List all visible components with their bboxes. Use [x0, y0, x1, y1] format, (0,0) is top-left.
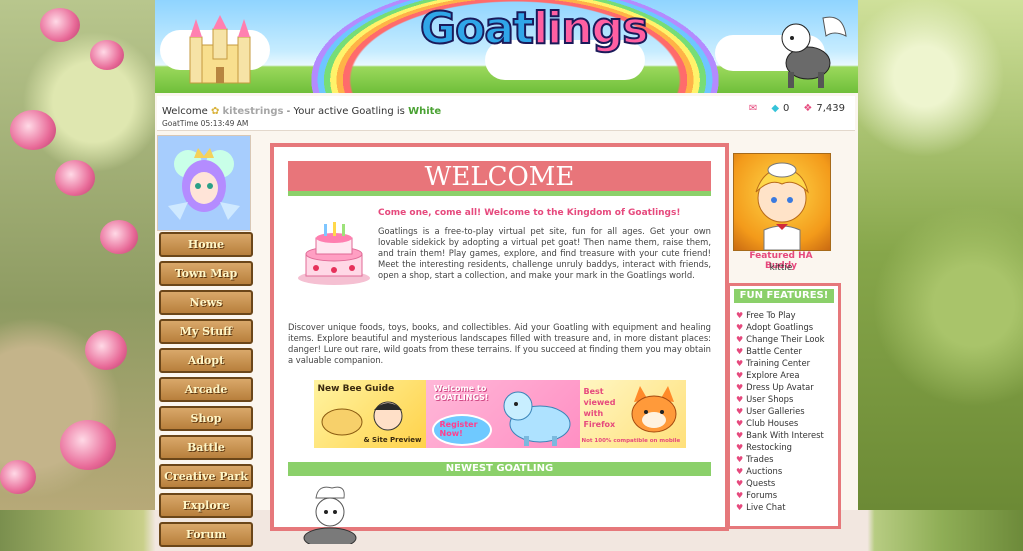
user-status-bar: Welcome ✿ kitestrings - Your active Goat… [157, 96, 855, 131]
site-frame: Goatlings Welcome ✿ kitestrings - Your a… [155, 0, 858, 549]
user-goat-icon: ✿ [210, 106, 220, 117]
featured-buddy-name[interactable]: kittie [733, 263, 829, 273]
nav-shop[interactable]: Shop [159, 406, 253, 431]
flower-background-left [0, 0, 155, 510]
newest-goatling-image[interactable] [288, 484, 368, 549]
heart-icon: ♥ [736, 479, 744, 488]
heart-icon: ♥ [736, 359, 744, 368]
nav-battle[interactable]: Battle [159, 435, 253, 460]
user-avatar[interactable] [157, 135, 251, 231]
heart-icon: ♥ [736, 455, 744, 464]
username-link[interactable]: kitestrings [223, 106, 284, 117]
list-item: ♥ User Galleries [736, 406, 805, 416]
featured-buddy-image[interactable] [733, 153, 831, 251]
newest-goatling-heading: NEWEST GOATLING [288, 462, 711, 476]
main-content: WELCOME Come one, come all! Welcome to t… [270, 143, 729, 549]
list-item: ♥ Auctions [736, 466, 783, 476]
heart-icon: ♥ [736, 335, 744, 344]
discover-paragraph: Discover unique foods, toys, books, and … [288, 322, 711, 365]
list-item: ♥ Forums [736, 490, 778, 500]
list-item: ♥ Free To Play [736, 310, 796, 320]
nav-forum[interactable]: Forum [159, 522, 253, 547]
coin-balance[interactable]: ❖ 7,439 [803, 103, 845, 114]
list-item: ♥ User Shops [736, 394, 794, 404]
nav-adopt[interactable]: Adopt [159, 348, 253, 373]
mail-icon[interactable]: ✉ [749, 103, 757, 114]
nav-arcade[interactable]: Arcade [159, 377, 253, 402]
heart-icon: ♥ [736, 347, 744, 356]
fun-features-heading: FUN FEATURES! [734, 289, 834, 303]
heart-icon: ♥ [736, 395, 744, 404]
list-item: ♥ Club Houses [736, 418, 799, 428]
list-item: ♥ Bank With Interest [736, 430, 824, 440]
gem-icon: ◆ [771, 103, 780, 114]
site-logo[interactable]: Goatlings [419, 2, 649, 55]
list-item: ♥ Explore Area [736, 370, 800, 380]
nav-home[interactable]: Home [159, 232, 253, 257]
heart-icon: ♥ [736, 311, 744, 320]
list-item: ♥ Dress Up Avatar [736, 382, 814, 392]
list-item: ♥ Live Chat [736, 502, 786, 512]
heart-icon: ♥ [736, 443, 744, 452]
list-item: ♥ Trades [736, 454, 774, 464]
heart-icon: ♥ [736, 503, 744, 512]
promo-newbee-guide[interactable]: New Bee Guide & Site Preview [313, 380, 426, 448]
promo-register-now[interactable]: Welcome to GOATLINGS! Register Now! [425, 380, 580, 448]
castle-icon [189, 15, 251, 84]
heart-icon: ♥ [736, 323, 744, 332]
nav-creative-park[interactable]: Creative Park [159, 464, 253, 489]
list-item: ♥ Change Their Look [736, 334, 825, 344]
heart-icon: ♥ [736, 419, 744, 428]
nav-explore[interactable]: Explore [159, 493, 253, 518]
site-banner[interactable]: Goatlings [155, 0, 858, 93]
goat-time: GoatTime 05:13:49 AM [162, 119, 249, 128]
list-item: ♥ Adopt Goatlings [736, 322, 814, 332]
main-nav: Home Town Map News My Stuff Adopt Arcade… [159, 232, 253, 551]
goat-mascot-icon [781, 16, 847, 88]
heart-icon: ♥ [736, 467, 744, 476]
promo-best-viewed-firefox[interactable]: Best viewed with Firefox Not 100% compat… [579, 380, 686, 448]
fun-features-list: ♥ Free To Play ♥ Adopt Goatlings ♥ Change T… [730, 309, 838, 513]
birthday-cake-icon [298, 222, 370, 285]
heart-icon: ♥ [736, 407, 744, 416]
list-item: ♥ Restocking [736, 442, 792, 452]
fun-features-box: FUN FEATURES! ♥ Free To Play ♥ Adopt Goatl… [727, 283, 841, 529]
intro-title: Come one, come all! Welcome to the Kingd… [378, 208, 681, 218]
coin-icon: ❖ [803, 103, 813, 114]
foliage-background-right [858, 0, 1023, 510]
heart-icon: ♥ [736, 371, 744, 380]
welcome-heading: WELCOME [288, 161, 711, 196]
nav-town-map[interactable]: Town Map [159, 261, 253, 286]
list-item: ♥ Training Center [736, 358, 811, 368]
gem-balance[interactable]: ◆ 0 [771, 103, 789, 114]
heart-icon: ♥ [736, 491, 744, 500]
welcome-text: Welcome ✿ kitestrings - Your active Goat… [162, 106, 442, 117]
active-goatling-link[interactable]: White [408, 106, 441, 117]
heart-icon: ♥ [736, 431, 744, 440]
nav-news[interactable]: News [159, 290, 253, 315]
intro-paragraph: Goatlings is a free-to-play virtual pet … [378, 226, 711, 280]
heart-icon: ♥ [736, 383, 744, 392]
nav-my-stuff[interactable]: My Stuff [159, 319, 253, 344]
list-item: ♥ Quests [736, 478, 776, 488]
promo-banners: New Bee Guide & Site Preview Welcome to … [313, 380, 686, 448]
list-item: ♥ Battle Center [736, 346, 802, 356]
